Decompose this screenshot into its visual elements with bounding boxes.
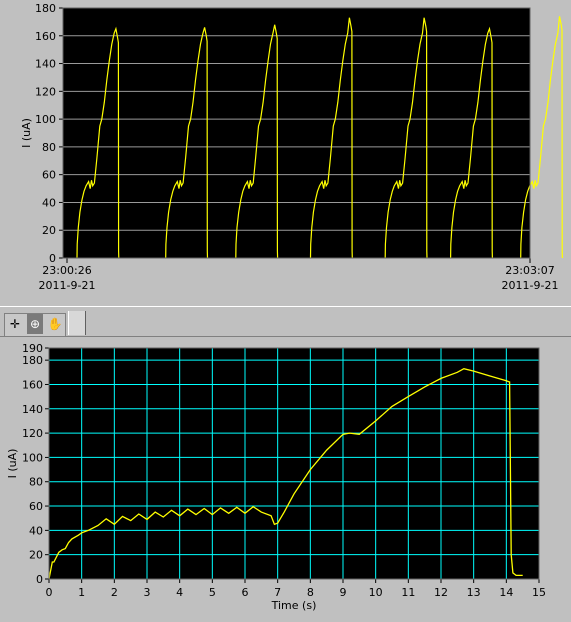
x-tick-label: 3 [144,586,151,599]
x-tick-label: 9 [340,586,347,599]
x-tick-time: 23:03:07 [505,264,554,277]
y-tick-label: 140 [35,58,56,71]
graph-palette-toolbar: ✛ ⊕ ✋ [0,306,571,337]
waveform-chart: 0 1 2 3 4 5 6 7 8 9 10 11 12 13 14 15020406080100120140… [6,342,546,612]
x-tick-label: 11 [401,586,415,599]
y-tick-label: 190 [22,342,43,355]
x-tick-label: 15 [532,586,546,599]
y-tick-label: 60 [42,169,56,182]
x-axis-title: Time (s) [271,599,317,612]
y-tick-label: 40 [42,196,56,209]
x-tick-label: 8 [307,586,314,599]
y-tick-label: 120 [35,85,56,98]
plot-area [63,8,530,258]
trend-chart: 020406080100120140160180I (uA)23:00:2620… [20,2,563,292]
y-tick-label: 60 [29,500,43,513]
trend-chart-panel: 0 20 40 60 80 100 120 140 160 180 I (uA) 23:00:26 20… [0,0,571,306]
y-tick-label: 100 [35,113,56,126]
zoom-tool-icon[interactable]: ⊕ [27,314,43,334]
y-tick-label: 160 [35,30,56,43]
x-tick-time: 23:00:26 [42,264,91,277]
x-tick-label: 1 [78,586,85,599]
y-tick-label: 20 [29,549,43,562]
x-tick-label: 7 [274,586,281,599]
y-tick-label: 180 [35,2,56,15]
x-tick-label: 0 [46,586,53,599]
x-tick-label: 10 [369,586,383,599]
y-tick-label: 40 [29,524,43,537]
y-tick-label: 120 [22,427,43,440]
y-axis-title: I (uA) [6,449,19,479]
y-tick-label: 0 [36,573,43,586]
x-tick-label: 14 [499,586,513,599]
x-tick-date: 2011-9-21 [39,279,96,292]
y-tick-label: 100 [22,451,43,464]
x-tick-label: 5 [209,586,216,599]
cursor-tool-icon[interactable]: ✛ [7,314,23,334]
palette-grip[interactable] [68,311,86,335]
y-tick-label: 80 [29,476,43,489]
y-tick-label: 140 [22,403,43,416]
x-tick-label: 6 [242,586,249,599]
x-tick-date: 2011-9-21 [502,279,559,292]
plot-area [49,348,539,579]
x-tick-label: 13 [467,586,481,599]
y-axis-title: I (uA) [20,118,33,148]
y-tick-label: 20 [42,224,56,237]
x-tick-label: 12 [434,586,448,599]
y-tick-label: 160 [22,378,43,391]
waveform-chart-panel: 0 1 2 3 4 5 6 7 8 9 10 11 12 13 14 15 0 20 40 60 80 100 120 140… [0,337,571,622]
x-tick-label: 2 [111,586,118,599]
y-tick-label: 180 [22,354,43,367]
graph-tool-group: ✛ ⊕ ✋ [4,313,66,337]
pan-tool-icon[interactable]: ✋ [47,314,63,334]
x-tick-label: 4 [176,586,183,599]
y-tick-label: 80 [42,141,56,154]
